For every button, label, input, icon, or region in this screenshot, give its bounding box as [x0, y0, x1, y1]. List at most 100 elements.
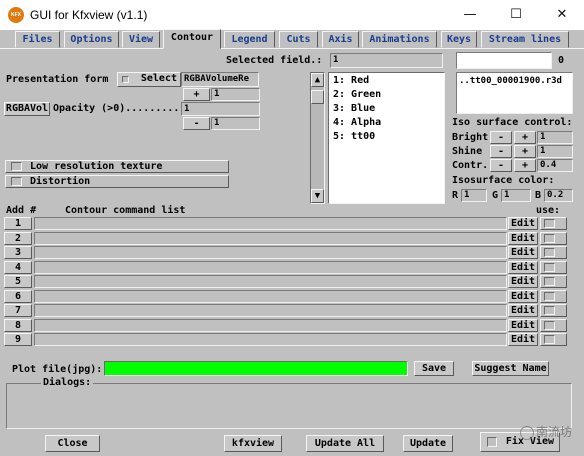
- color-g-value[interactable]: 1: [501, 189, 531, 202]
- add-row-button[interactable]: 6: [4, 289, 32, 303]
- low-res-texture-option[interactable]: Low resolution texture: [5, 160, 229, 173]
- selected-field-value[interactable]: 1: [330, 53, 443, 68]
- tab-files[interactable]: Files: [15, 31, 60, 48]
- maximize-icon[interactable]: ☐: [493, 0, 539, 30]
- edit-button[interactable]: Edit: [508, 318, 538, 332]
- field-list-item[interactable]: 4: Alpha: [333, 117, 381, 129]
- color-b-value[interactable]: 0.2: [544, 189, 573, 202]
- close-button[interactable]: Close: [45, 435, 100, 452]
- edit-button[interactable]: Edit: [508, 289, 538, 303]
- contr-value[interactable]: 0.4: [537, 159, 573, 172]
- close-icon[interactable]: ✕: [539, 0, 584, 30]
- minimize-icon[interactable]: —: [447, 0, 493, 30]
- edit-button[interactable]: Edit: [508, 260, 538, 274]
- contr-minus-button[interactable]: -: [490, 159, 512, 172]
- use-toggle[interactable]: [540, 246, 567, 259]
- tab-stream-lines[interactable]: Stream lines: [481, 31, 569, 48]
- use-checkbox[interactable]: [544, 219, 555, 228]
- field-list-item[interactable]: 5: tt00: [333, 131, 375, 143]
- use-toggle[interactable]: [540, 231, 567, 245]
- edit-button[interactable]: Edit: [508, 304, 538, 317]
- add-row-button[interactable]: 7: [4, 304, 32, 317]
- distortion-option[interactable]: Distortion: [5, 175, 229, 188]
- use-toggle[interactable]: [540, 275, 567, 288]
- kfxview-button[interactable]: kfxview: [224, 435, 282, 452]
- scroll-up-icon[interactable]: ▲: [311, 73, 324, 87]
- field-list-scrollbar[interactable]: ▲ ▼: [310, 72, 325, 204]
- use-checkbox[interactable]: [544, 233, 555, 243]
- file-name-box[interactable]: ..tt00_00001900.r3d: [456, 72, 573, 114]
- presentation-minus-value[interactable]: 1: [211, 117, 260, 130]
- use-checkbox[interactable]: [544, 248, 555, 257]
- bright-plus-button[interactable]: +: [514, 131, 536, 144]
- presentation-plus-value[interactable]: 1: [211, 88, 260, 101]
- add-row-button[interactable]: 1: [4, 217, 32, 230]
- scroll-thumb[interactable]: [311, 90, 324, 104]
- use-toggle[interactable]: [540, 217, 567, 230]
- tab-keys[interactable]: Keys: [441, 31, 477, 48]
- plot-file-input[interactable]: [104, 361, 408, 376]
- opacity-value[interactable]: 1: [181, 102, 260, 116]
- save-button[interactable]: Save: [414, 361, 454, 376]
- top-right-input[interactable]: [456, 52, 552, 69]
- update-button[interactable]: Update: [403, 435, 453, 452]
- low-res-checkbox[interactable]: [11, 162, 22, 171]
- add-row-button[interactable]: 4: [4, 260, 32, 274]
- tab-cuts[interactable]: Cuts: [279, 31, 318, 48]
- contour-command-input[interactable]: [34, 304, 507, 317]
- contour-command-input[interactable]: [34, 246, 507, 259]
- add-row-button[interactable]: 3: [4, 246, 32, 259]
- field-list-item[interactable]: 3: Blue: [333, 103, 375, 115]
- contour-command-input[interactable]: [34, 217, 507, 230]
- use-checkbox[interactable]: [544, 306, 555, 315]
- add-row-button[interactable]: 2: [4, 231, 32, 245]
- edit-button[interactable]: Edit: [508, 333, 538, 346]
- contour-command-input[interactable]: [34, 318, 507, 332]
- use-toggle[interactable]: [540, 304, 567, 317]
- use-checkbox[interactable]: [544, 262, 555, 272]
- field-list-item[interactable]: 2: Green: [333, 89, 381, 101]
- contour-command-input[interactable]: [34, 275, 507, 288]
- bright-value[interactable]: 1: [537, 131, 573, 144]
- presentation-minus-button[interactable]: -: [183, 117, 210, 130]
- distortion-checkbox[interactable]: [11, 177, 22, 186]
- tab-options[interactable]: Options: [64, 31, 119, 48]
- use-toggle[interactable]: [540, 318, 567, 332]
- field-list[interactable]: 1: Red 2: Green 3: Blue 4: Alpha 5: tt00: [328, 72, 445, 204]
- color-r-value[interactable]: 1: [461, 189, 487, 202]
- use-toggle[interactable]: [540, 289, 567, 303]
- use-checkbox[interactable]: [544, 335, 555, 344]
- use-toggle[interactable]: [540, 260, 567, 274]
- add-row-button[interactable]: 8: [4, 318, 32, 332]
- edit-button[interactable]: Edit: [508, 275, 538, 288]
- shine-plus-button[interactable]: +: [514, 145, 536, 158]
- presentation-value[interactable]: RGBAVolumeRe: [181, 72, 259, 87]
- edit-button[interactable]: Edit: [508, 217, 538, 230]
- tab-view[interactable]: View: [122, 31, 160, 48]
- contour-command-input[interactable]: [34, 260, 507, 274]
- bright-minus-button[interactable]: -: [490, 131, 512, 144]
- tab-legend[interactable]: Legend: [224, 31, 275, 48]
- use-toggle[interactable]: [540, 333, 567, 346]
- contour-command-input[interactable]: [34, 231, 507, 245]
- contour-command-input[interactable]: [34, 333, 507, 346]
- field-list-item[interactable]: 1: Red: [333, 75, 369, 87]
- rgbavol-button[interactable]: RGBAVol: [4, 102, 50, 116]
- edit-button[interactable]: Edit: [508, 246, 538, 259]
- select-button[interactable]: Select: [117, 72, 181, 87]
- add-row-button[interactable]: 5: [4, 275, 32, 288]
- tab-contour[interactable]: Contour: [163, 29, 221, 49]
- presentation-plus-button[interactable]: +: [183, 88, 210, 101]
- use-checkbox[interactable]: [544, 320, 555, 330]
- use-checkbox[interactable]: [544, 277, 555, 286]
- contr-plus-button[interactable]: +: [514, 159, 536, 172]
- tab-axis[interactable]: Axis: [322, 31, 359, 48]
- use-checkbox[interactable]: [544, 291, 555, 301]
- add-row-button[interactable]: 9: [4, 333, 32, 346]
- edit-button[interactable]: Edit: [508, 231, 538, 245]
- update-all-button[interactable]: Update All: [306, 435, 384, 452]
- shine-minus-button[interactable]: -: [490, 145, 512, 158]
- shine-value[interactable]: 1: [537, 145, 573, 158]
- tab-animations[interactable]: Animations: [362, 31, 437, 48]
- contour-command-input[interactable]: [34, 289, 507, 303]
